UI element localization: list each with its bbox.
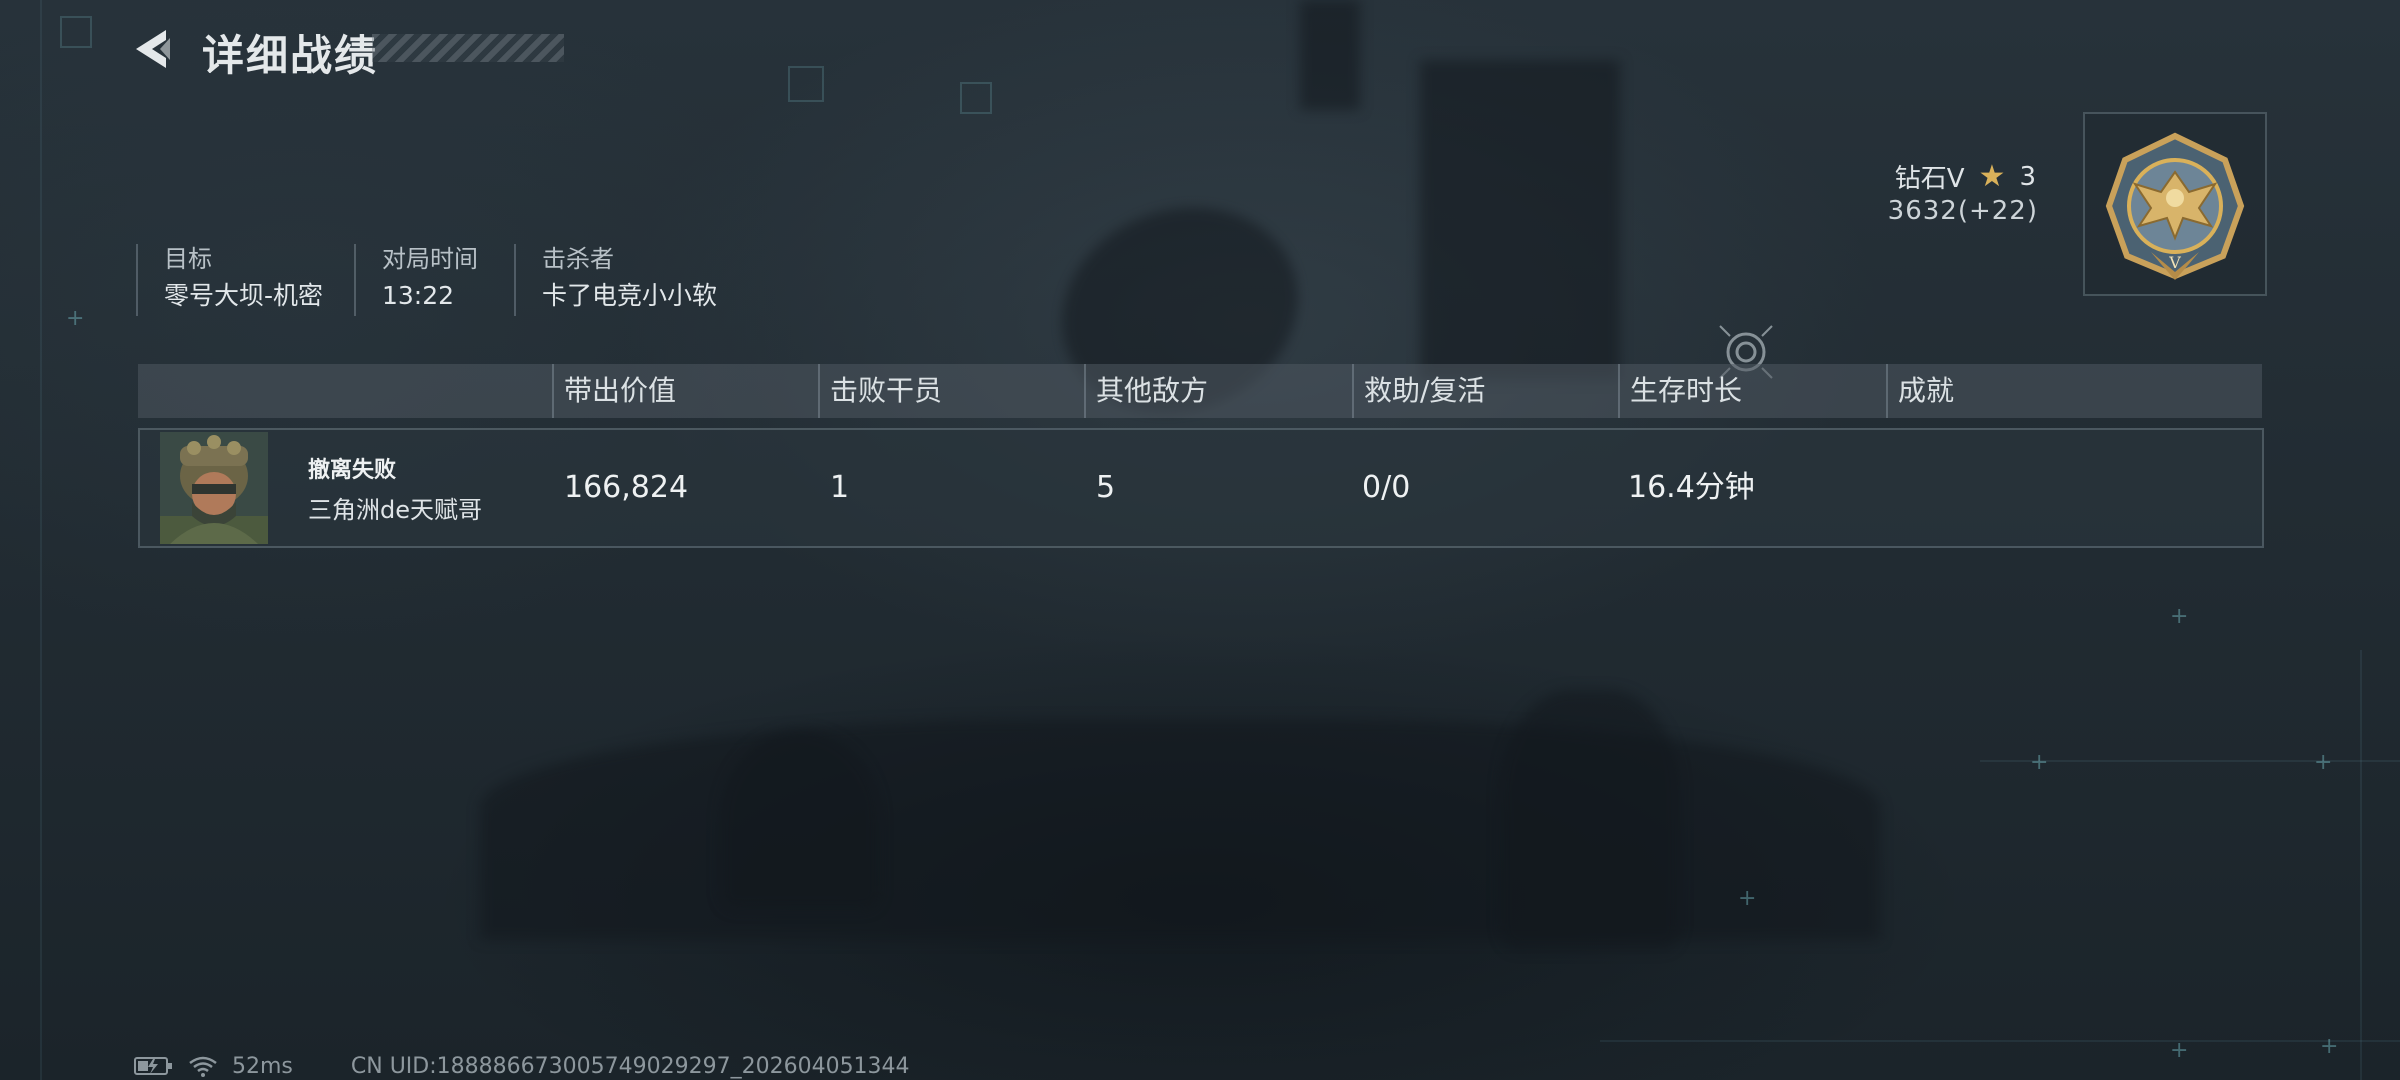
table-row[interactable]: 撤离失败 三角洲de天赋哥 166,824 1 5 0/0 16.4分钟 — [138, 428, 2264, 548]
rank-name-row: 钻石V ★ 3 — [1895, 158, 2036, 195]
col-header-operators: 击败干员 — [818, 364, 942, 418]
status-footer: 52ms CN UID:188886673005749029297_202604… — [134, 1052, 910, 1080]
title-decoration — [372, 34, 564, 62]
page-title: 详细战绩 — [202, 31, 379, 80]
avatar — [160, 432, 268, 544]
stats-table-header: 带出价值 击败干员 其他敌方 救助/复活 生存时长 成就 — [138, 364, 2262, 418]
col-header-assist: 救助/复活 — [1352, 364, 1485, 418]
ping-value: 52ms — [232, 1053, 293, 1079]
cell-operators: 1 — [830, 470, 850, 505]
rank-score: 3632(+22) — [1887, 196, 2038, 226]
col-header-achievement: 成就 — [1886, 364, 1954, 418]
operator-portrait-icon — [160, 432, 268, 544]
uid-text: CN UID:188886673005749029297_20260405134… — [350, 1053, 910, 1079]
target-value: 零号大坝-机密 — [164, 281, 324, 310]
killer-value: 卡了电竞小小软 — [542, 281, 718, 310]
star-icon: ★ — [1978, 159, 2006, 194]
target-label: 目标 — [164, 245, 212, 273]
col-header-enemies: 其他敌方 — [1084, 364, 1208, 418]
rank-name: 钻石V — [1894, 164, 1965, 194]
back-arrow-icon — [136, 30, 170, 68]
col-header-value: 带出价值 — [552, 364, 676, 418]
eagle-medal-icon: V — [2105, 132, 2245, 280]
info-target: 目标 零号大坝-机密 — [136, 244, 354, 316]
duration-label: 对局时间 — [382, 245, 478, 273]
duration-value: 13:22 — [382, 281, 455, 310]
player-name: 三角洲de天赋哥 — [308, 496, 482, 524]
cell-survival: 16.4分钟 — [1628, 470, 1755, 505]
cell-enemies: 5 — [1096, 470, 1116, 505]
extraction-status: 撤离失败 — [308, 458, 397, 483]
rank-stars: 3 — [2019, 161, 2036, 192]
back-button[interactable] — [130, 24, 180, 74]
cell-value: 166,824 — [564, 470, 689, 505]
rank-badge[interactable]: V — [2083, 112, 2267, 296]
battery-charging-icon — [134, 1057, 172, 1075]
cell-assist: 0/0 — [1362, 470, 1411, 505]
killer-label: 击杀者 — [542, 245, 614, 273]
wifi-icon — [189, 1056, 217, 1077]
col-header-survival: 生存时长 — [1618, 364, 1742, 418]
svg-text:V: V — [2168, 253, 2181, 272]
info-killer: 击杀者 卡了电竞小小软 — [514, 244, 762, 316]
info-duration: 对局时间 13:22 — [354, 244, 502, 316]
